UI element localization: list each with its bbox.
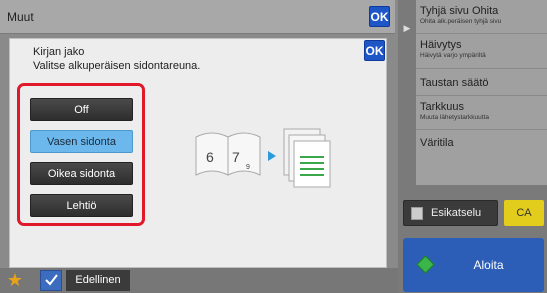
left-page-number: 6 [206, 149, 214, 165]
top-bar: Muut OK [0, 0, 395, 34]
side-menu: Tyhjä sivu Ohita Ohita alk.peräisen tyhj… [416, 0, 547, 185]
menu-item-subtitle: Muuta lähetystarkkuutta [420, 114, 490, 121]
menu-item-blank-page-skip[interactable]: Tyhjä sivu Ohita Ohita alk.peräisen tyhj… [416, 0, 547, 34]
book-to-pages-illustration: 6 7 9 [195, 128, 331, 188]
menu-item-subtitle: Häivytä varjo ympäriltä [420, 52, 486, 59]
page-title: Muut [7, 10, 34, 24]
menu-arrow-icon[interactable]: ▶ [398, 18, 416, 38]
clear-all-button[interactable]: CA [504, 200, 544, 226]
start-label: Aloita [473, 258, 504, 272]
dialog-instruction: Valitse alkuperäisen sidontareuna. [33, 60, 201, 72]
preview-icon [411, 207, 423, 220]
star-icon[interactable]: ★ [5, 270, 25, 291]
preview-label: Esikatselu [431, 207, 482, 219]
menu-item-erase[interactable]: Häivytys Häivytä varjo ympäriltä [416, 34, 547, 69]
arrow-right-icon [268, 151, 276, 161]
menu-item-title: Taustan säätö [420, 77, 489, 89]
dialog-ok-button[interactable]: OK [364, 40, 385, 61]
right-page-number: 7 [232, 149, 240, 165]
small-page-number: 9 [246, 164, 250, 171]
bottom-bar: ★ Edellinen [0, 268, 398, 293]
option-off-button[interactable]: Off [30, 98, 133, 121]
preview-button[interactable]: Esikatselu [403, 200, 498, 226]
option-right-binding-button[interactable]: Oikea sidonta [30, 162, 133, 185]
top-ok-button[interactable]: OK [369, 6, 390, 27]
option-left-binding-button[interactable]: Vasen sidonta [30, 130, 133, 153]
previous-button[interactable]: Edellinen [66, 270, 130, 291]
menu-item-title: Tarkkuus [420, 101, 465, 113]
menu-item-color-mode[interactable]: Väritila [416, 130, 547, 157]
output-pages-icon [283, 128, 331, 188]
book-divide-dialog: Kirjan jako Valitse alkuperäisen sidonta… [9, 38, 387, 268]
check-button[interactable] [40, 270, 62, 291]
menu-item-title: Tyhjä sivu Ohita [420, 5, 499, 17]
start-button[interactable]: Aloita [403, 238, 544, 292]
dialog-title: Kirjan jako [33, 46, 85, 58]
menu-item-title: Häivytys [420, 39, 462, 51]
open-book-icon: 6 7 9 [195, 132, 261, 176]
option-tablet-button[interactable]: Lehtiö [30, 194, 133, 217]
menu-item-background-adjust[interactable]: Taustan säätö [416, 69, 547, 96]
menu-item-title: Väritila [420, 137, 454, 149]
menu-item-resolution[interactable]: Tarkkuus Muuta lähetystarkkuutta [416, 96, 547, 130]
binding-options-group: Off Vasen sidonta Oikea sidonta Lehtiö [17, 83, 145, 226]
menu-item-subtitle: Ohita alk.peräisen tyhjä sivu [420, 18, 502, 25]
checkmark-icon [44, 274, 58, 286]
